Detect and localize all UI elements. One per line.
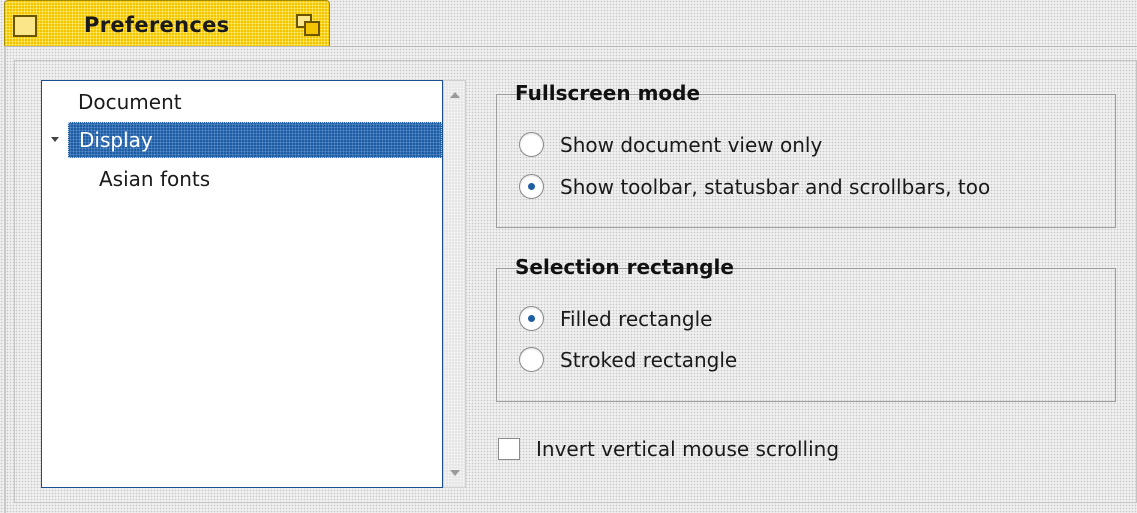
radio-filled-rectangle[interactable]: Filled rectangle — [519, 306, 713, 331]
window-close-box-icon[interactable] — [13, 15, 37, 37]
fullscreen-mode-title: Fullscreen mode — [515, 81, 701, 105]
window-title: Preferences — [84, 13, 230, 37]
radio-label: Show document view only — [560, 132, 823, 157]
tree-item-asian-fonts[interactable]: Asian fonts — [99, 167, 210, 191]
scroll-down-icon[interactable] — [450, 470, 460, 476]
tree-scrollbar[interactable] — [443, 80, 466, 488]
radio-label: Filled rectangle — [560, 306, 713, 331]
radio-show-toolbar-statusbar-scrollbars[interactable]: Show toolbar, statusbar and scrollbars, … — [519, 174, 990, 199]
radio-button[interactable] — [519, 174, 544, 199]
radio-button[interactable] — [519, 306, 544, 331]
invert-scrolling-option[interactable]: Invert vertical mouse scrolling — [498, 437, 839, 461]
radio-show-document-view-only[interactable]: Show document view only — [519, 132, 822, 157]
radio-stroked-rectangle[interactable]: Stroked rectangle — [519, 347, 737, 372]
selection-rectangle-group — [496, 268, 1116, 402]
scroll-up-icon[interactable] — [450, 92, 460, 98]
tree-item-document[interactable]: Document — [78, 90, 182, 114]
tree-item-label: Display — [79, 128, 153, 152]
preferences-tree[interactable]: Document Display Asian fonts — [41, 80, 443, 488]
radio-label: Show toolbar, statusbar and scrollbars, … — [560, 174, 991, 199]
radio-button[interactable] — [519, 132, 544, 157]
fullscreen-mode-group — [496, 94, 1116, 228]
zoom-icon[interactable] — [295, 13, 323, 39]
tree-expand-arrow-icon[interactable] — [51, 137, 59, 142]
invert-scrolling-label: Invert vertical mouse scrolling — [536, 437, 840, 461]
window-title-tab[interactable]: Preferences — [4, 0, 330, 46]
tree-item-display[interactable]: Display — [68, 122, 442, 158]
selection-rectangle-title: Selection rectangle — [515, 255, 734, 279]
radio-button[interactable] — [519, 347, 544, 372]
invert-scrolling-checkbox[interactable] — [498, 438, 520, 460]
radio-label: Stroked rectangle — [560, 347, 738, 372]
